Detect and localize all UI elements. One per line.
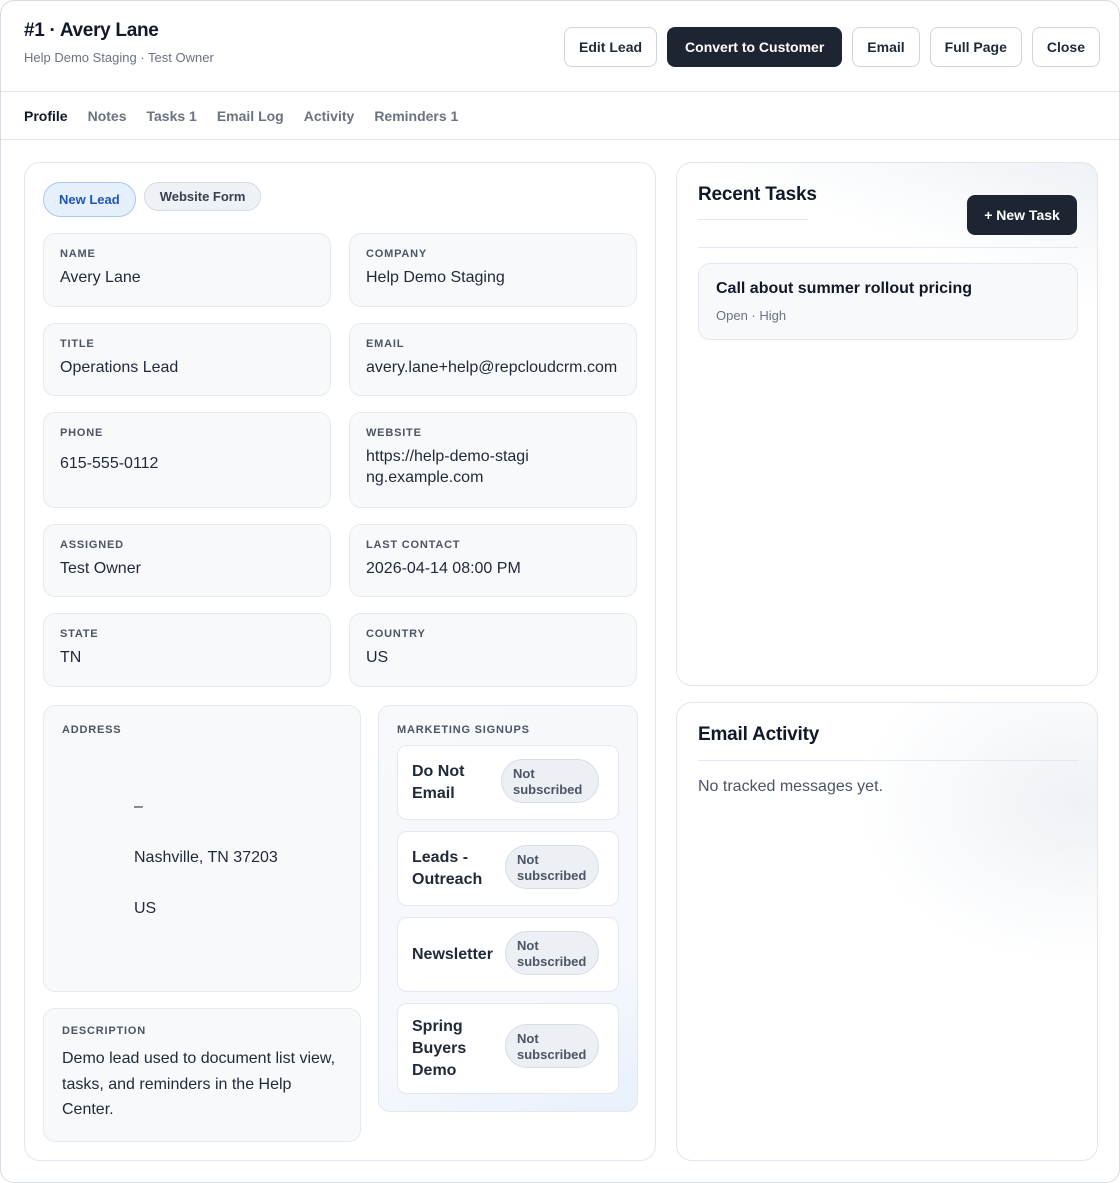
tab-profile[interactable]: Profile [24,108,68,124]
website-link[interactable]: https://help-demo-staging.example.com [366,446,536,488]
field-label: COMPANY [366,248,428,260]
email-button[interactable]: Email [852,27,920,67]
marketing-label: MARKETING SIGNUPS [397,724,530,736]
task-title: Call about summer rollout pricing [716,280,973,297]
tab-activity[interactable]: Activity [304,108,355,124]
field-label: TITLE [60,338,95,350]
close-button[interactable]: Close [1031,27,1100,67]
address-line-1: – [134,798,143,815]
field-label: WEBSITE [366,427,422,439]
recent-tasks-card: Recent Tasks + New Task Call about summe… [676,162,1098,686]
address-line-country: US [134,900,157,917]
field-value: Help Demo Staging [366,269,505,286]
address-line-city: Nashville, TN 37203 [134,849,278,866]
field-label: PHONE [60,427,104,439]
field-label: EMAIL [366,338,405,350]
tab-notes[interactable]: Notes [88,108,127,124]
field-label: COUNTRY [366,628,426,640]
task-meta: Open · High [716,308,787,323]
description-block: DESCRIPTION Demo lead used to document l… [43,1008,361,1142]
address-block: ADDRESS – Nashville, TN 37203 US [43,705,361,992]
page-subtitle: Help Demo Staging · Test Owner [24,50,214,65]
title-underline [698,219,808,220]
profile-card: New Lead Website Form NAME Avery Lane CO… [24,162,656,1161]
marketing-signups: MARKETING SIGNUPS Do Not Email Not subsc… [378,705,638,1112]
field-company: COMPANY Help Demo Staging [349,233,637,307]
description-label: DESCRIPTION [62,1025,146,1037]
subscription-status-badge[interactable]: Not subscribed [505,931,599,975]
tab-reminders[interactable]: Reminders 1 [374,108,458,124]
full-page-button[interactable]: Full Page [929,27,1022,67]
field-value: Avery Lane [60,269,141,286]
new-task-button[interactable]: + New Task [967,195,1077,235]
signup-item-spring-buyers-demo: Spring Buyers Demo Not subscribed [397,1003,619,1094]
modal-header: #1 · Avery Lane Help Demo Staging · Test… [1,1,1119,92]
signup-item-leads-outreach: Leads - Outreach Not subscribed [397,831,619,906]
signup-name: Spring Buyers Demo [412,1018,467,1079]
field-label: NAME [60,248,96,260]
field-value: Operations Lead [60,359,179,376]
field-label: ASSIGNED [60,539,124,551]
empty-state-text: No tracked messages yet. [698,778,883,795]
signup-name: Leads - Outreach [412,849,483,888]
lead-badges: New Lead Website Form [43,182,262,217]
description-text: Demo lead used to document list view, ta… [62,1050,336,1118]
subscription-status-badge[interactable]: Not subscribed [505,845,599,889]
field-label: LAST CONTACT [366,539,461,551]
divider [698,247,1078,248]
field-email: EMAIL avery.lane+help@repcloudcrm.com [349,323,637,396]
edit-lead-button[interactable]: Edit Lead [564,27,658,67]
field-value: US [366,649,389,666]
subscription-status-badge[interactable]: Not subscribed [501,759,599,803]
email-activity-title: Email Activity [698,724,820,745]
field-title: TITLE Operations Lead [43,323,331,396]
recent-tasks-title: Recent Tasks [698,184,817,205]
field-value: 615-555-0112 [60,455,159,472]
page-title: #1 · Avery Lane [24,20,159,41]
field-website: WEBSITE https://help-demo-staging.exampl… [349,412,637,508]
field-value: 2026-04-14 08:00 PM [366,560,521,577]
subscription-status-badge[interactable]: Not subscribed [505,1024,599,1068]
field-value: Test Owner [60,560,141,577]
field-label: STATE [60,628,99,640]
field-name: NAME Avery Lane [43,233,331,307]
address-label: ADDRESS [62,724,122,736]
convert-to-customer-button[interactable]: Convert to Customer [667,27,843,67]
signup-name: Do Not Email [412,763,465,802]
field-value: avery.lane+help@repcloudcrm.com [366,359,618,376]
field-last-contact: LAST CONTACT 2026-04-14 08:00 PM [349,524,637,597]
field-phone: PHONE 615-555-0112 [43,412,331,508]
email-activity-card: Email Activity No tracked messages yet. [676,702,1098,1161]
status-badge: New Lead [43,182,136,217]
field-country: COUNTRY US [349,613,637,687]
signup-item-newsletter: Newsletter Not subscribed [397,917,619,992]
field-value: TN [60,649,82,666]
tab-email-log[interactable]: Email Log [217,108,284,124]
tab-bar: Profile Notes Tasks 1 Email Log Activity… [1,92,1119,140]
field-state: STATE TN [43,613,331,687]
field-assigned: ASSIGNED Test Owner [43,524,331,597]
signup-name: Newsletter [412,946,493,963]
signup-item-do-not-email: Do Not Email Not subscribed [397,745,619,820]
divider [698,760,1078,761]
task-item[interactable]: Call about summer rollout pricing Open ·… [698,263,1078,340]
header-actions: Edit Lead Convert to Customer Email Full… [564,27,1100,67]
tab-tasks[interactable]: Tasks 1 [146,108,196,124]
lead-detail-modal: #1 · Avery Lane Help Demo Staging · Test… [0,0,1120,1183]
source-badge: Website Form [143,182,262,211]
